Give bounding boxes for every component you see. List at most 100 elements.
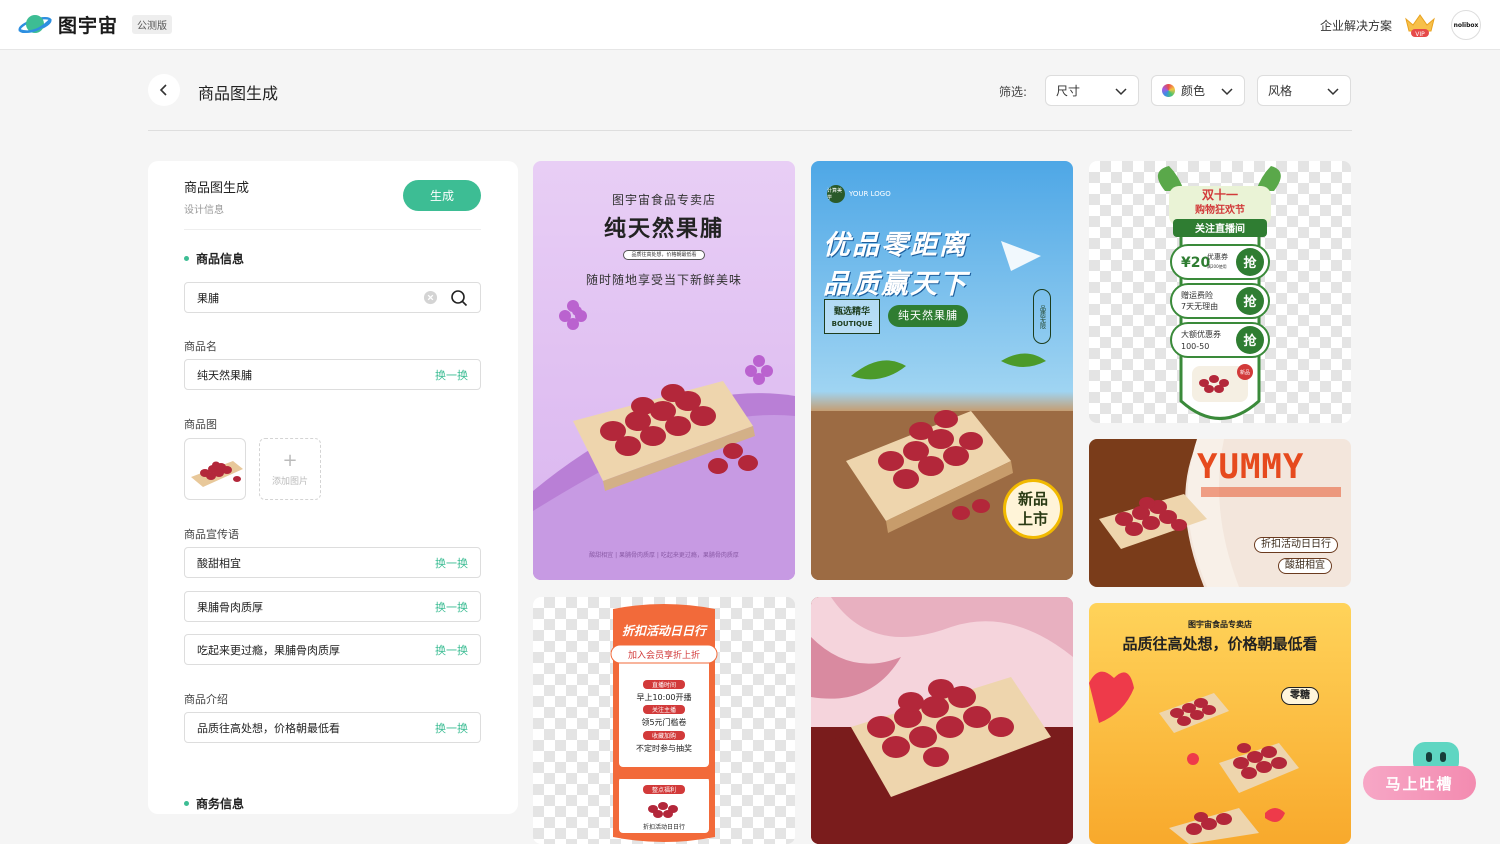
top-navigation: 图宇宙 公测版 企业解决方案 VIP nolibox (0, 0, 1500, 50)
result-card-1[interactable]: 图宇宙食品专卖店 纯天然果脯 品质往高处想，价格朝最低看 随时随地享受当下新鲜美… (533, 161, 795, 580)
card7-title: 品质往高处想，价格朝最低看 (1122, 635, 1318, 653)
slogan-value: 酸甜相宜 (197, 556, 241, 570)
generate-button[interactable]: 生成 (403, 180, 481, 211)
swap-button[interactable]: 换一换 (435, 367, 468, 383)
card-illustration (811, 597, 1073, 844)
color-wheel-icon (1162, 84, 1175, 97)
add-image-button[interactable]: + 添加图片 (259, 438, 321, 500)
user-avatar[interactable]: nolibox (1451, 10, 1481, 40)
swap-button[interactable]: 换一换 (435, 642, 468, 658)
plus-icon: + (282, 449, 298, 471)
product-name-field[interactable]: 纯天然果脯 换一换 (184, 359, 481, 390)
filter-label: 筛选: (999, 85, 1028, 99)
section-dot-icon (184, 801, 189, 806)
design-info-panel: 商品图生成 设计信息 生成 商品信息 果脯 商品名 纯天然果脯 换一换 商品图 … (148, 161, 518, 814)
product-intro-label: 商品介绍 (184, 693, 228, 706)
card1-footer: 酸甜相宜 | 果脯骨肉质厚 | 吃起来更过瘾，果脯骨肉质厚 (589, 552, 739, 559)
card2-boutique-cn: 甄选精华 (833, 307, 870, 317)
product-name-value: 纯天然果脯 (197, 368, 252, 382)
color-filter-label: 颜色 (1181, 84, 1206, 98)
result-card-4[interactable]: YUMMY 折扣活动日日行 酸甜相宜 (1089, 439, 1351, 587)
card2-badge-top: 新品 (1017, 490, 1048, 508)
card2-headline-1: 优品零距离 (823, 230, 968, 261)
product-image-label: 商品图 (184, 418, 217, 431)
slogan-field[interactable]: 酸甜相宜 换一换 (184, 547, 481, 578)
card7-store-name: 图宇宙食品专卖店 (1188, 620, 1252, 629)
card3-grab: 抢 (1243, 255, 1257, 271)
size-filter-select[interactable]: 尺寸 (1045, 75, 1139, 106)
slogan-field[interactable]: 果脯骨肉质厚 换一换 (184, 591, 481, 622)
header-divider (148, 130, 1352, 131)
card5-footer: 折扣活动日日行 (643, 823, 685, 831)
swap-button[interactable]: 换一换 (435, 555, 468, 571)
brand-name: 图宇宙 (58, 14, 119, 37)
card3-grab: 抢 (1243, 294, 1257, 310)
card3-row2-line2: 7天无理由 (1181, 301, 1218, 311)
card5-tag-1: 直播时间 (652, 681, 676, 689)
result-card-7[interactable]: 图宇宙食品专卖店 品质往高处想，价格朝最低看 零糖 (1089, 603, 1351, 844)
chevron-down-icon (1115, 87, 1127, 95)
card1-slogan: 随时随地享受当下新鲜美味 (585, 273, 742, 287)
swap-button[interactable]: 换一换 (435, 720, 468, 736)
product-name-label: 商品名 (184, 340, 217, 353)
card4-tag-2: 酸甜相宜 (1278, 558, 1332, 574)
planet-logo-icon (18, 15, 52, 34)
size-filter-label: 尺寸 (1056, 84, 1081, 98)
card5-subtitle: 加入会员享折上折 (628, 649, 700, 661)
enterprise-solutions-link[interactable]: 企业解决方案 (1320, 17, 1392, 34)
jujube-tray-image (191, 461, 243, 487)
card2-new-badge: 新品 上市 (1003, 479, 1063, 539)
card3-title1: 双十一 (1202, 187, 1238, 202)
card5-tag-4: 整点福利 (652, 786, 676, 794)
style-filter-label: 风格 (1268, 84, 1293, 98)
style-filter-select[interactable]: 风格 (1257, 75, 1351, 106)
chevron-down-icon (1327, 87, 1339, 95)
card5-line-3: 不定时参与抽奖 (636, 743, 692, 753)
card2-logo-mark: 计算美学 (827, 185, 845, 203)
search-icon[interactable] (450, 289, 468, 307)
chevron-down-icon (1221, 87, 1233, 95)
card5-line-2: 领5元门槛卷 (641, 717, 686, 727)
card3-live-label: 关注直播间 (1195, 222, 1245, 235)
beta-badge: 公测版 (132, 14, 173, 34)
card2-logo: 计算美学 YOUR LOGO (827, 185, 891, 203)
card5-title: 折扣活动日日行 (622, 624, 708, 638)
clear-icon[interactable] (423, 290, 438, 305)
card3-grab: 抢 (1243, 333, 1257, 349)
result-card-6[interactable] (811, 597, 1073, 844)
card3-row2-line1: 赠运费险 (1181, 290, 1213, 300)
result-card-5[interactable]: 折扣活动日日行 加入会员享折上折 直播时间 早上10:00开播 关注主播 领5元… (533, 597, 795, 844)
swap-button[interactable]: 换一换 (435, 599, 468, 615)
card1-store-name: 图宇宙食品专卖店 (611, 193, 716, 207)
card-illustration: 折扣活动日日行 加入会员享折上折 直播时间 早上10:00开播 关注主播 领5元… (610, 604, 718, 842)
card2-logo-text: YOUR LOGO (849, 190, 891, 198)
slogan-field[interactable]: 吃起来更过瘾，果脯骨肉质厚 换一换 (184, 634, 481, 665)
feedback-widget[interactable]: 马上吐槽 (1363, 742, 1476, 800)
chevron-left-icon (159, 84, 167, 96)
slogan-value: 吃起来更过瘾，果脯骨肉质厚 (197, 643, 340, 657)
mascot-eye (1440, 752, 1446, 762)
card5-tag-3: 收藏加购 (652, 732, 676, 740)
card1-title: 纯天然果脯 (603, 217, 724, 242)
feedback-button[interactable]: 马上吐槽 (1363, 766, 1476, 800)
card2-headline-2: 品质赢天下 (823, 269, 968, 300)
result-card-2[interactable]: 计算美学 YOUR LOGO 优品零距离 品质赢天下 甄选精华 BOUTIQUE… (811, 161, 1073, 580)
card2-boutique-box: 甄选精华 BOUTIQUE (824, 299, 880, 334)
product-image-thumbnail[interactable] (184, 438, 246, 500)
product-intro-field[interactable]: 品质往高处想，价格朝最低看 换一换 (184, 712, 481, 743)
brand[interactable]: 图宇宙 公测版 (18, 10, 173, 38)
add-image-label: 添加图片 (271, 476, 308, 487)
product-search-input[interactable]: 果脯 (184, 282, 481, 313)
card1-tag: 品质往高处想，价格朝最低看 (623, 250, 705, 260)
color-filter-select[interactable]: 颜色 (1151, 75, 1245, 106)
result-card-3[interactable]: 双十一 购物狂欢节 关注直播间 ¥20 优惠券 满200使用 抢 赠运费险 7天… (1089, 161, 1351, 423)
page-title: 商品图生成 (198, 84, 279, 103)
card2-boutique-en: BOUTIQUE (831, 320, 873, 328)
card3-coupon-name: 优惠券 (1207, 252, 1228, 261)
panel-subtitle: 设计信息 (184, 205, 224, 216)
vip-crown-icon[interactable]: VIP (1403, 11, 1437, 39)
back-button[interactable] (148, 74, 180, 106)
card2-badge-bottom: 上市 (1017, 510, 1048, 528)
section-dot-icon (184, 256, 189, 261)
business-info-section-title: 商务信息 (184, 795, 244, 812)
